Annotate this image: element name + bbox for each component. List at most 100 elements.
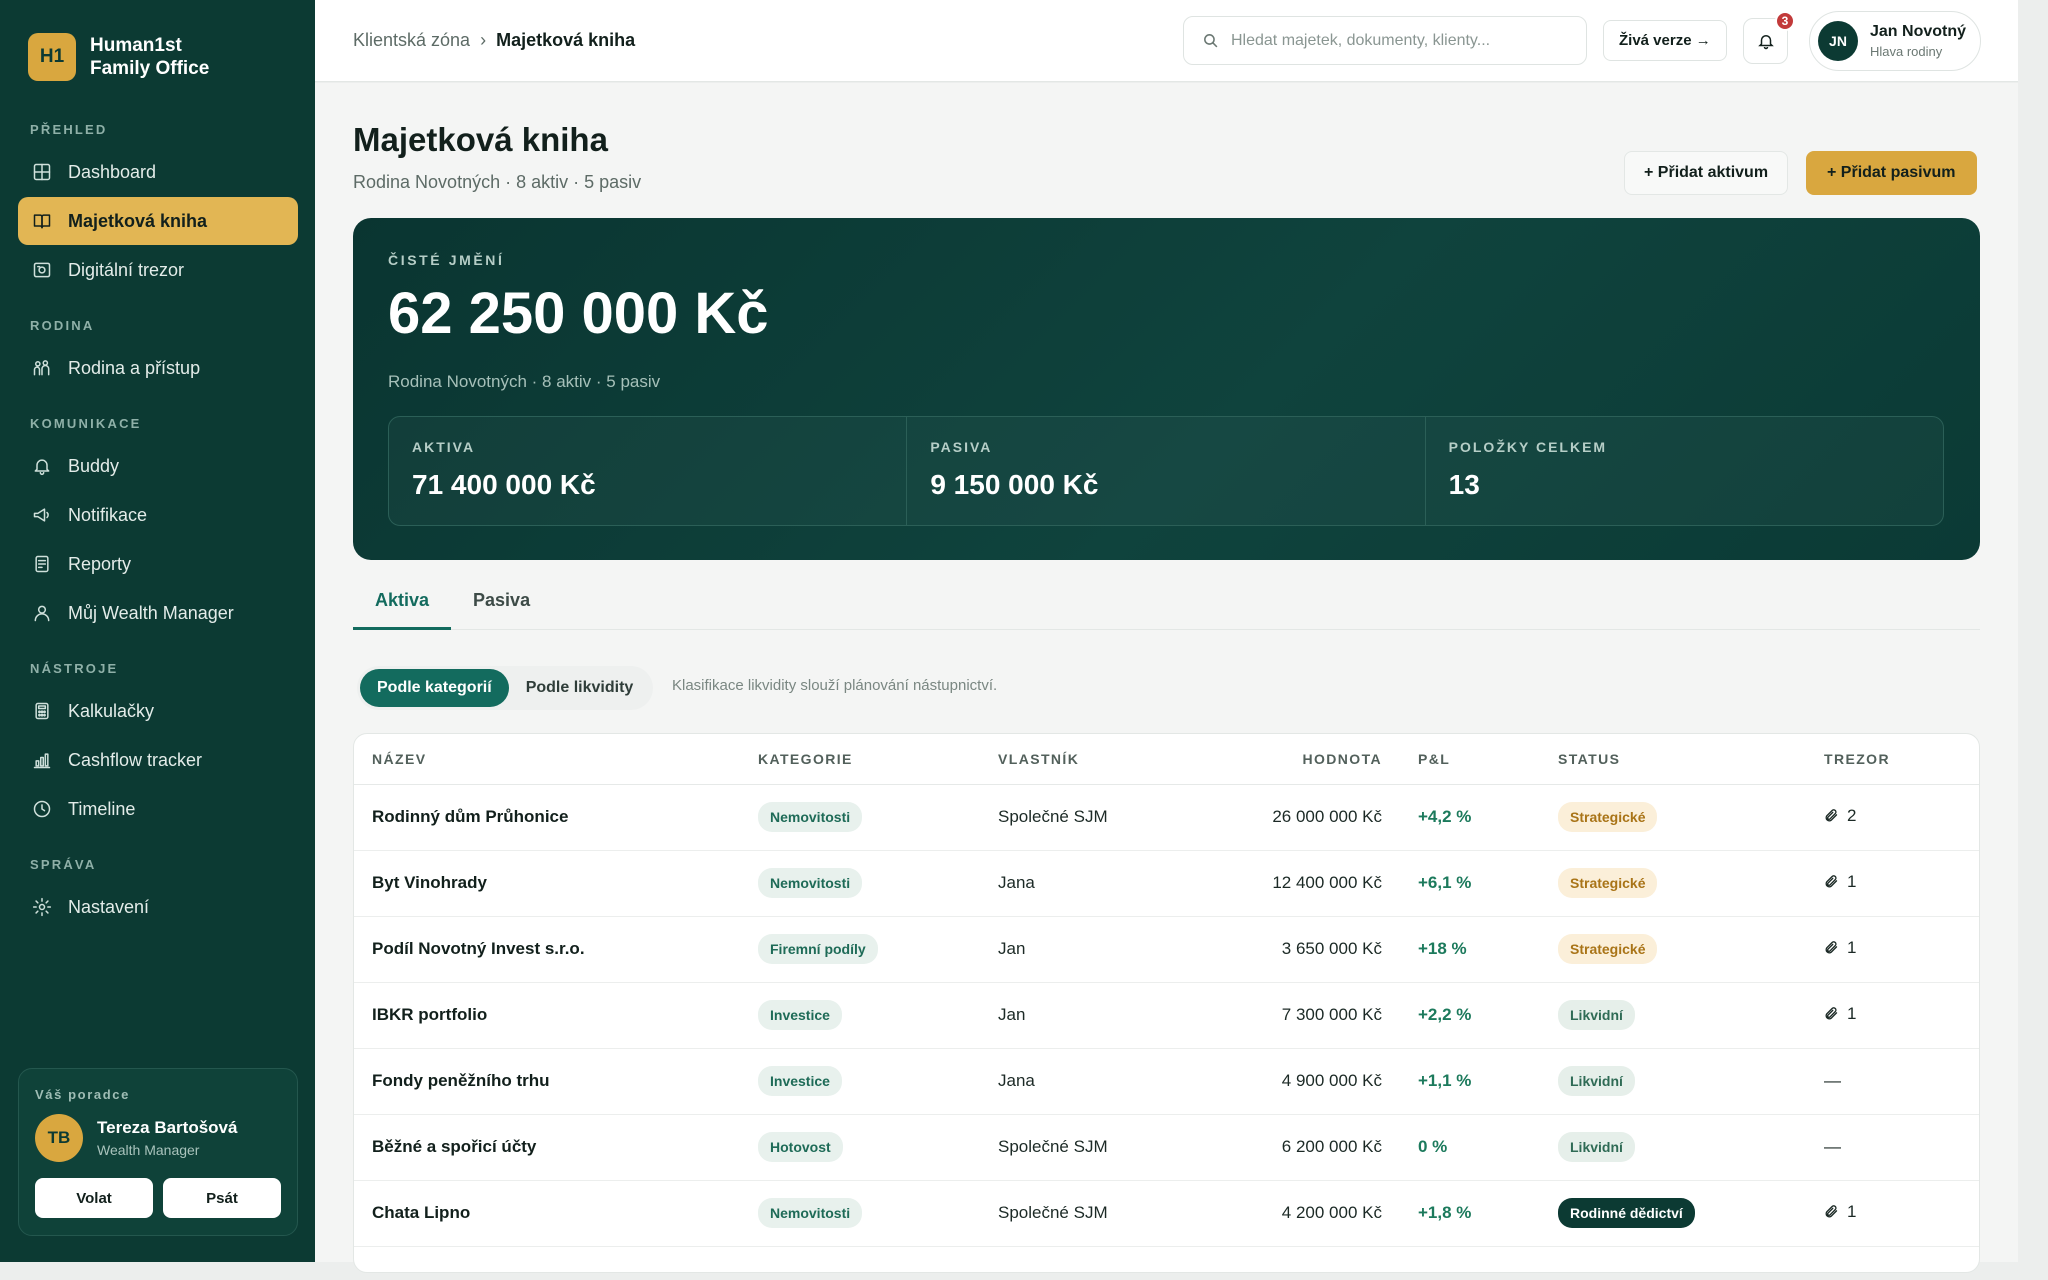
column-header[interactable]: KATEGORIE bbox=[740, 734, 980, 785]
sidebar-item-buddy[interactable]: Buddy bbox=[18, 442, 298, 490]
stat-value: 9 150 000 Kč bbox=[930, 469, 1099, 500]
sidebar-item-label: Dashboard bbox=[68, 161, 157, 182]
brand[interactable]: H1 Human1st Family Office bbox=[28, 33, 209, 81]
table-row[interactable]: Chata Lipno Nemovitosti Společné SJM 4 2… bbox=[354, 1180, 1979, 1247]
asset-value: 4 200 000 Kč bbox=[1210, 1180, 1400, 1247]
table-row[interactable]: Fondy peněžního trhu Investice Jana 4 90… bbox=[354, 1048, 1979, 1115]
vault-count: 1 bbox=[1847, 1003, 1857, 1023]
sidebar-item-label: Timeline bbox=[68, 798, 136, 819]
user-menu[interactable]: JN Jan Novotný Hlava rodiny bbox=[1809, 11, 1981, 71]
asset-pl: +1,8 % bbox=[1400, 1180, 1540, 1247]
sidebar-item-reporty[interactable]: Reporty bbox=[18, 540, 298, 588]
column-header[interactable]: HODNOTA bbox=[1210, 734, 1400, 785]
sidebar-item-dashboard[interactable]: Dashboard bbox=[18, 148, 298, 196]
asset-value: 4 900 000 Kč bbox=[1210, 1048, 1400, 1115]
safe-icon bbox=[33, 262, 51, 278]
assets-table: NÁZEV KATEGORIE VLASTNÍK HODNOTA P&L STA… bbox=[353, 733, 1980, 1273]
status-badge: Strategické bbox=[1558, 934, 1658, 964]
status-badge: Likvidní bbox=[1558, 1132, 1635, 1162]
sidebar-item-notifikace[interactable]: Notifikace bbox=[18, 491, 298, 539]
view-segment: Podle kategorií Podle likvidity bbox=[357, 666, 654, 710]
advisor-name: Tereza Bartošová bbox=[97, 1118, 238, 1137]
sidebar-item-digit-ln-trezor[interactable]: Digitální trezor bbox=[18, 246, 298, 294]
category-badge: Firemní podíly bbox=[758, 934, 878, 964]
search-box[interactable] bbox=[1183, 16, 1587, 65]
asset-pl: +2,2 % bbox=[1400, 982, 1540, 1049]
sidebar-item-majetkov-kniha[interactable]: Majetková kniha bbox=[18, 197, 298, 245]
asset-owner: Společné SJM bbox=[980, 1180, 1210, 1247]
vault-link[interactable]: 1 bbox=[1824, 1004, 1856, 1024]
chart-icon bbox=[33, 753, 51, 769]
vault-link[interactable]: 1 bbox=[1824, 1202, 1856, 1222]
avatar: JN bbox=[1818, 21, 1858, 61]
page-subtitle: Rodina Novotných · 8 aktiv · 5 pasiv bbox=[353, 172, 642, 192]
table-row[interactable]: IBKR portfolio Investice Jan 7 300 000 K… bbox=[354, 982, 1979, 1049]
tab-liabilities[interactable]: Pasiva bbox=[451, 590, 552, 630]
vault-link[interactable]: 1 bbox=[1824, 872, 1856, 892]
stat-label: PASIVA bbox=[930, 439, 993, 455]
asset-owner: Společné SJM bbox=[980, 1114, 1210, 1181]
vault-link[interactable]: 1 bbox=[1824, 938, 1856, 958]
add-liability-button[interactable]: + Přidat pasivum bbox=[1806, 151, 1977, 195]
column-header[interactable]: NÁZEV bbox=[354, 734, 740, 785]
category-badge: Investice bbox=[758, 1066, 842, 1096]
column-header[interactable]: STATUS bbox=[1540, 734, 1806, 785]
asset-name[interactable]: Podíl Novotný Invest s.r.o. bbox=[354, 916, 740, 983]
asset-owner: Společné SJM bbox=[980, 784, 1210, 851]
asset-name[interactable]: Běžné a spořicí účty bbox=[354, 1114, 740, 1181]
sidebar-item-rodina-a-p-stup[interactable]: Rodina a přístup bbox=[18, 344, 298, 392]
paperclip-icon bbox=[1825, 941, 1838, 954]
table-row[interactable]: Rodinný dům Průhonice Nemovitosti Společ… bbox=[354, 784, 1979, 851]
sidebar-item-label: Majetková kniha bbox=[68, 210, 208, 231]
asset-name[interactable]: IBKR portfolio bbox=[354, 982, 740, 1049]
live-version-button[interactable]: Živá verze → bbox=[1603, 20, 1727, 61]
search-input[interactable] bbox=[1231, 31, 1561, 50]
notifications-button[interactable]: 3 bbox=[1743, 11, 1795, 64]
asset-owner: Jana bbox=[980, 850, 1210, 917]
sidebar: H1 Human1st Family Office PŘEHLED Dashboa… bbox=[0, 0, 315, 1262]
stat-assets: AKTIVA 71 400 000 Kč bbox=[389, 417, 908, 525]
write-button[interactable]: Psát bbox=[163, 1178, 281, 1218]
column-header[interactable]: P&L bbox=[1400, 734, 1540, 785]
sidebar-item-m-j-wealth-manager[interactable]: Můj Wealth Manager bbox=[18, 589, 298, 637]
sidebar-item-nastaven-[interactable]: Nastavení bbox=[18, 883, 298, 931]
search-icon bbox=[1204, 34, 1218, 48]
table-row[interactable]: Běžné a spořicí účty Hotovost Společné S… bbox=[354, 1114, 1979, 1181]
column-header[interactable]: VLASTNÍK bbox=[980, 734, 1210, 785]
breadcrumb-root[interactable]: Klientská zóna bbox=[353, 30, 470, 51]
megaphone-icon bbox=[33, 508, 49, 522]
stat-label: AKTIVA bbox=[412, 439, 476, 455]
bell-icon bbox=[1757, 35, 1774, 50]
category-badge: Nemovitosti bbox=[758, 802, 863, 832]
vault-link[interactable]: 2 bbox=[1824, 806, 1856, 826]
asset-name[interactable]: Chata Lipno bbox=[354, 1180, 740, 1247]
vault-count: 1 bbox=[1847, 937, 1857, 957]
sidebar-item-label: Notifikace bbox=[68, 504, 148, 525]
tab-assets[interactable]: Aktiva bbox=[353, 590, 452, 630]
sidebar-item-label: Reporty bbox=[68, 553, 132, 574]
asset-name[interactable]: Byt Vinohrady bbox=[354, 850, 740, 917]
vault-count: 1 bbox=[1847, 871, 1857, 891]
brand-line1: Human1st bbox=[90, 35, 182, 56]
asset-pl: +1,1 % bbox=[1400, 1048, 1540, 1115]
sidebar-item-cashflow-tracker[interactable]: Cashflow tracker bbox=[18, 736, 298, 784]
asset-value: 7 300 000 Kč bbox=[1210, 982, 1400, 1049]
brand-logo: H1 bbox=[28, 33, 76, 81]
sidebar-item-kalkula-ky[interactable]: Kalkulačky bbox=[18, 687, 298, 735]
add-asset-button[interactable]: + Přidat aktivum bbox=[1624, 151, 1789, 195]
brand-line2: Family Office bbox=[90, 58, 210, 79]
segment-by-category[interactable]: Podle kategorií bbox=[360, 669, 509, 707]
nav-section-label: RODINA bbox=[30, 318, 95, 333]
stat-value: 71 400 000 Kč bbox=[412, 469, 596, 500]
call-button[interactable]: Volat bbox=[35, 1178, 153, 1218]
sidebar-item-timeline[interactable]: Timeline bbox=[18, 785, 298, 833]
asset-name[interactable]: Fondy peněžního trhu bbox=[354, 1048, 740, 1115]
segment-by-liquidity[interactable]: Podle likvidity bbox=[509, 669, 651, 707]
asset-name[interactable]: Rodinný dům Průhonice bbox=[354, 784, 740, 851]
brand-name: Human1st Family Office bbox=[90, 34, 209, 80]
column-header[interactable]: TREZOR bbox=[1806, 734, 1979, 785]
stat-total-items: POLOŽKY CELKEM 13 bbox=[1426, 417, 1943, 525]
table-row[interactable]: Podíl Novotný Invest s.r.o. Firemní podí… bbox=[354, 916, 1979, 983]
table-row[interactable]: Byt Vinohrady Nemovitosti Jana 12 400 00… bbox=[354, 850, 1979, 917]
sidebar-item-label: Buddy bbox=[68, 455, 120, 476]
